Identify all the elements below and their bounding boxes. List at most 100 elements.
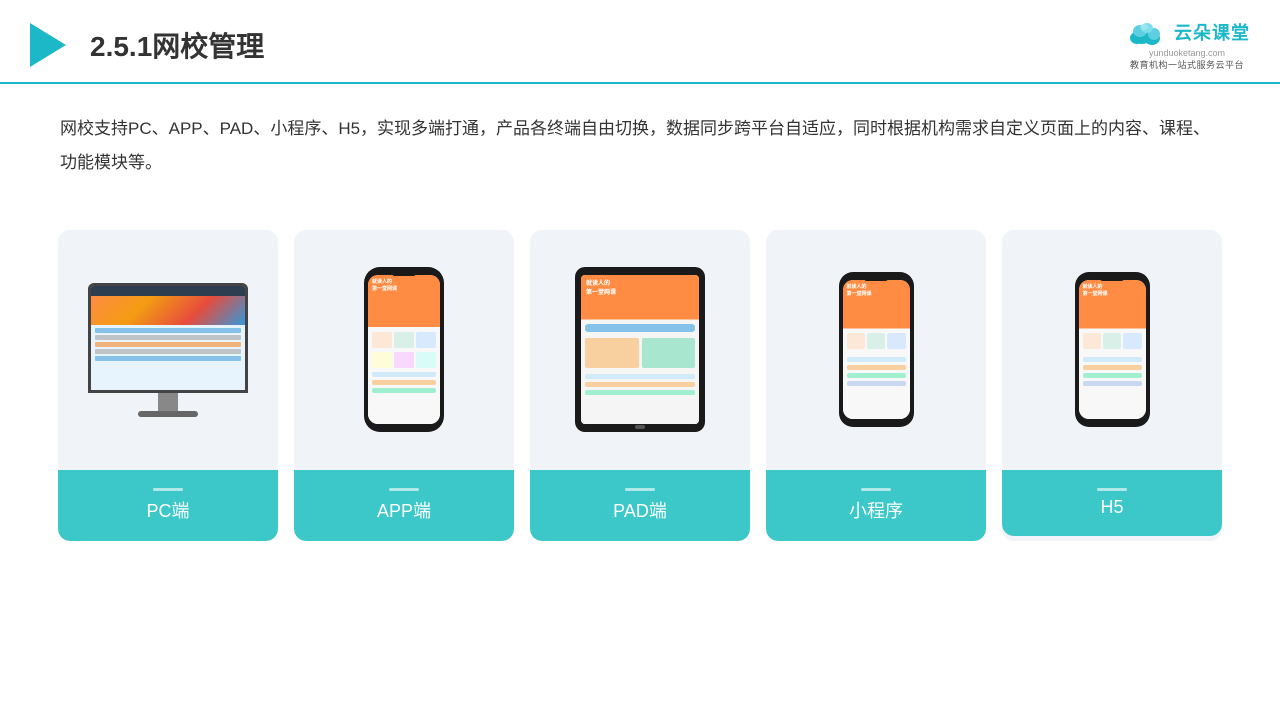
miniprogram-label-text: 小程序 — [849, 501, 903, 521]
miniprogram-grid — [847, 333, 906, 349]
h5-label: H5 — [1002, 470, 1222, 536]
miniprogram-mini-row — [847, 373, 906, 378]
h5-mini-rows — [1083, 357, 1142, 386]
h5-mini-row — [1083, 381, 1142, 386]
pc-row — [95, 328, 241, 333]
miniprogram-image-area — [776, 250, 976, 450]
cards-container: PC端 — [0, 200, 1280, 541]
monitor-screen — [91, 286, 245, 390]
app-grid-item — [416, 332, 436, 348]
pad-mini-rows — [585, 324, 695, 395]
app-grid-item — [416, 352, 436, 368]
miniprogram-phone-frame — [839, 272, 914, 427]
h5-label-bar — [1097, 488, 1127, 491]
pad-mini-row — [585, 374, 695, 379]
pc-row — [95, 335, 241, 340]
monitor-stand — [158, 393, 178, 411]
monitor-base — [138, 411, 198, 417]
pc-row — [95, 342, 241, 347]
app-phone-frame — [364, 267, 444, 432]
miniprogram-grid-item — [867, 333, 885, 349]
app-label-text: APP端 — [377, 501, 431, 521]
pad-image-area — [540, 250, 740, 450]
pad-label: PAD端 — [530, 470, 750, 541]
pc-row — [95, 349, 241, 354]
h5-card: H5 — [1002, 230, 1222, 541]
h5-mini-row — [1083, 373, 1142, 378]
h5-phone-notch — [1100, 276, 1124, 281]
logo-cloud: 云朵课堂 — [1124, 18, 1250, 46]
logo-text-main: 云朵课堂 — [1174, 19, 1250, 45]
app-grid — [372, 332, 436, 368]
miniprogram-mini-row — [847, 381, 906, 386]
app-card: APP端 — [294, 230, 514, 541]
h5-phone-frame — [1075, 272, 1150, 427]
pc-nav-bar — [91, 286, 245, 296]
h5-grid-item — [1083, 333, 1101, 349]
h5-mini-row — [1083, 365, 1142, 370]
pad-label-text: PAD端 — [613, 501, 667, 521]
h5-phone-screen — [1079, 280, 1146, 419]
pc-label-text: PC端 — [146, 501, 189, 521]
h5-grid-item — [1123, 333, 1141, 349]
pc-card: PC端 — [58, 230, 278, 541]
app-label-bar — [389, 488, 419, 491]
pc-monitor — [88, 283, 248, 417]
pad-mini-row — [585, 382, 695, 387]
miniprogram-mini-row — [847, 365, 906, 370]
logo-area: 云朵课堂 yunduoketang.com 教育机构一站式服务云平台 — [1124, 18, 1250, 72]
app-screen-content — [368, 275, 440, 424]
miniprogram-phone-screen — [843, 280, 910, 419]
pad-home-btn — [635, 425, 645, 429]
miniprogram-screen-content — [843, 280, 910, 419]
miniprogram-label-bar — [861, 488, 891, 491]
logo-domain: yunduoketang.com — [1149, 48, 1225, 58]
miniprogram-grid-item — [847, 333, 865, 349]
h5-screen-content — [1079, 280, 1146, 419]
monitor-body — [88, 283, 248, 393]
app-image-area — [304, 250, 504, 450]
app-mini-rows — [372, 372, 436, 393]
app-label: APP端 — [294, 470, 514, 541]
miniprogram-mini-row — [847, 357, 906, 362]
miniprogram-label: 小程序 — [766, 470, 986, 541]
pad-mini-row — [585, 324, 695, 332]
description: 网校支持PC、APP、PAD、小程序、H5，实现多端打通，产品各终端自由切换，数… — [0, 84, 1280, 190]
app-grid-item — [372, 332, 392, 348]
pad-label-bar — [625, 488, 655, 491]
pc-label: PC端 — [58, 470, 278, 541]
miniprogram-grid-item — [887, 333, 905, 349]
app-phone-screen — [368, 275, 440, 424]
miniprogram-phone-notch — [864, 276, 888, 281]
pc-content — [91, 325, 245, 364]
h5-grid — [1083, 333, 1142, 349]
pc-image-area — [68, 250, 268, 450]
pc-label-bar — [153, 488, 183, 491]
app-grid-item — [394, 332, 414, 348]
h5-mini-row — [1083, 357, 1142, 362]
app-grid-item — [394, 352, 414, 368]
logo-subtitle: 教育机构一站式服务云平台 — [1130, 60, 1244, 72]
app-mini-row — [372, 380, 436, 385]
app-grid-item — [372, 352, 392, 368]
h5-label-text: H5 — [1100, 497, 1123, 517]
header: 2.5.1网校管理 云朵课堂 yunduoketang.com 教育机构一站式服… — [0, 0, 1280, 84]
pc-top-bar — [91, 296, 245, 325]
app-phone-notch — [392, 271, 416, 276]
app-mini-row — [372, 388, 436, 393]
page-title: 2.5.1网校管理 — [90, 25, 264, 65]
app-mini-row — [372, 372, 436, 377]
pc-row — [95, 356, 241, 361]
pad-tablet-screen — [581, 275, 699, 424]
h5-grid-item — [1103, 333, 1121, 349]
description-text: 网校支持PC、APP、PAD、小程序、H5，实现多端打通，产品各终端自由切换，数… — [60, 119, 1210, 172]
h5-image-area — [1012, 250, 1212, 450]
miniprogram-mini-rows — [847, 357, 906, 386]
play-icon — [30, 23, 66, 67]
pad-card: PAD端 — [530, 230, 750, 541]
miniprogram-card: 小程序 — [766, 230, 986, 541]
cloud-icon — [1124, 18, 1168, 46]
pad-mini-row — [585, 390, 695, 395]
pad-tablet-frame — [575, 267, 705, 432]
header-left: 2.5.1网校管理 — [30, 23, 264, 67]
